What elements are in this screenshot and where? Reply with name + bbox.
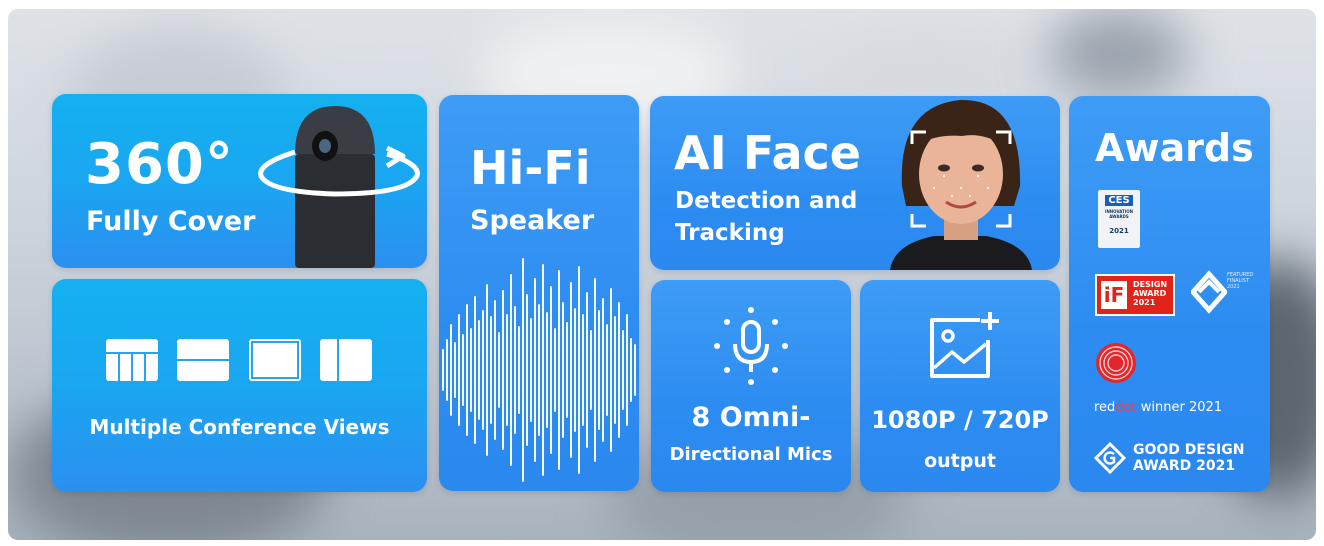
resolution-line1: 1080P / 720P bbox=[871, 406, 1049, 434]
resolution-line2: output bbox=[924, 450, 996, 472]
card-conference-views: Multiple Conference Views bbox=[52, 279, 427, 492]
card-resolution: 1080P / 720P output bbox=[860, 280, 1060, 492]
card-awards: Awards CES INNOVATION AWARDS 2021 iF DES… bbox=[1069, 96, 1270, 492]
mics-line1: 8 Omni- bbox=[691, 402, 811, 433]
if-brand: iF bbox=[1101, 281, 1127, 309]
awards-title: Awards bbox=[1095, 126, 1254, 170]
camera-device bbox=[258, 106, 420, 268]
speaker-headline: Hi-Fi bbox=[470, 141, 591, 195]
face-headline: AI Face bbox=[674, 126, 861, 180]
featured-finalist-badge bbox=[1191, 270, 1227, 314]
face-line1: Detection and bbox=[675, 188, 858, 214]
ces-brand: CES bbox=[1105, 195, 1133, 206]
face-line2: Tracking bbox=[675, 220, 785, 246]
if-badge: iF DESIGN AWARD 2021 bbox=[1095, 274, 1175, 316]
reddot-rest: winner 2021 bbox=[1136, 400, 1223, 415]
if-year: 2021 bbox=[1133, 298, 1156, 307]
card-hifi-speaker: Hi-Fi Speaker bbox=[439, 95, 639, 491]
coverage-headline: 360° bbox=[85, 132, 234, 197]
reddot-dot: dot bbox=[1115, 400, 1137, 415]
face-portrait bbox=[890, 99, 1032, 270]
if-line1: DESIGN bbox=[1133, 280, 1168, 289]
gooddesign-line2: AWARD 2021 bbox=[1133, 458, 1236, 474]
gooddesign-line1: GOOD DESIGN bbox=[1133, 442, 1245, 458]
views-label: Multiple Conference Views bbox=[89, 415, 390, 439]
reddot-label: reddot winner 2021 bbox=[1094, 400, 1222, 415]
card-ai-face: AI Face Detection and Tracking bbox=[650, 96, 1060, 270]
reddot-red: red bbox=[1094, 400, 1116, 415]
card-omni-mics: 8 Omni- Directional Mics bbox=[651, 280, 851, 492]
featured-year: 2021 bbox=[1227, 284, 1240, 290]
background-blur bbox=[1048, 9, 1188, 99]
ces-badge: CES INNOVATION AWARDS 2021 bbox=[1098, 190, 1140, 248]
microphone-icon bbox=[714, 307, 788, 385]
ces-year: 2021 bbox=[1109, 227, 1129, 235]
reddot-logo bbox=[1096, 343, 1136, 383]
if-line2: AWARD bbox=[1133, 289, 1167, 298]
ces-line2: AWARDS bbox=[1109, 214, 1129, 219]
frame-view-icon bbox=[249, 339, 301, 381]
image-plus-icon bbox=[930, 312, 999, 378]
speaker-subline: Speaker bbox=[470, 205, 595, 236]
sound-waveform bbox=[442, 258, 636, 482]
coverage-subline: Fully Cover bbox=[86, 206, 256, 237]
split-view-icon bbox=[177, 339, 229, 381]
mics-line2: Directional Mics bbox=[669, 444, 833, 465]
side-by-side-view-icon bbox=[320, 339, 372, 381]
camera-body bbox=[295, 106, 375, 268]
grid-view-icon bbox=[106, 339, 158, 381]
card-360-coverage: 360° Fully Cover bbox=[52, 94, 427, 268]
good-design-logo bbox=[1094, 442, 1126, 474]
